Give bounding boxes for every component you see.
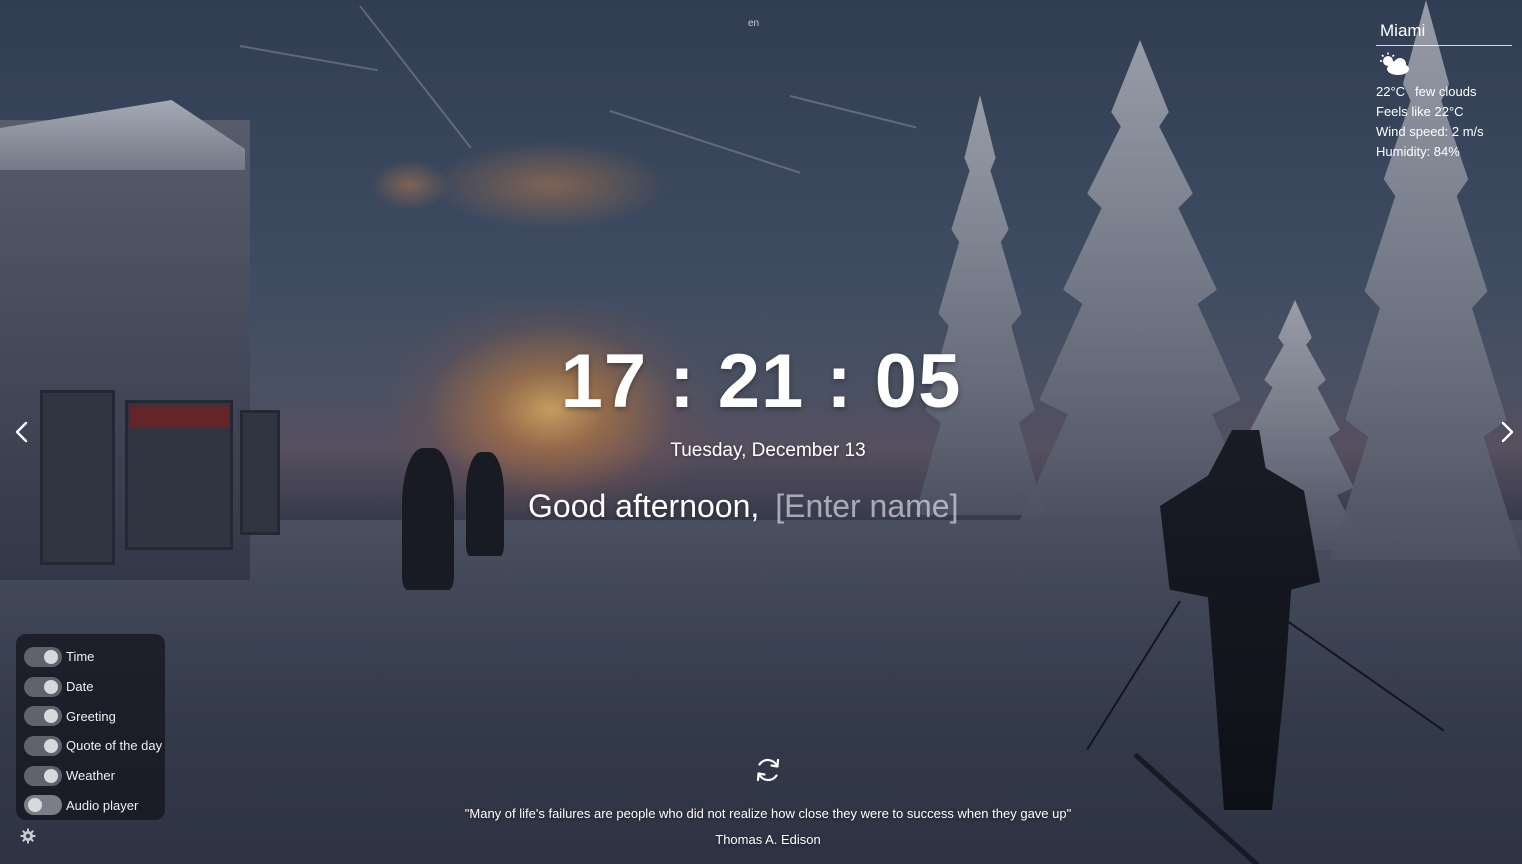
toggle-label: Audio player: [66, 797, 139, 813]
settings-panel: Time Date Greeting Quote of the day Weat…: [16, 634, 165, 820]
toggle-knob: [28, 798, 42, 813]
toggle-label: Quote of the day: [66, 738, 163, 754]
toggle-switch[interactable]: [24, 795, 62, 816]
weather-humidity: Humidity: 84%: [1376, 144, 1460, 159]
toggle-label: Time: [66, 649, 95, 665]
date-text: Tuesday, December 13: [670, 440, 866, 461]
toggle-label: Greeting: [66, 708, 116, 724]
greeting-text: Good afternoon,: [528, 487, 760, 524]
toggle-label: Weather: [66, 768, 115, 784]
gear-icon[interactable]: [20, 828, 36, 844]
language-label[interactable]: en: [748, 18, 759, 29]
toggle-row-greeting[interactable]: Greeting: [24, 701, 165, 731]
toggle-switch[interactable]: [24, 706, 62, 727]
toggle-knob: [44, 679, 58, 694]
weather-summary: 22°C few clouds: [1376, 82, 1512, 102]
toggle-row-quote[interactable]: Quote of the day: [24, 731, 165, 761]
toggle-switch[interactable]: [24, 676, 62, 697]
refresh-icon[interactable]: [753, 755, 783, 785]
toggle-row-audio-player[interactable]: Audio player: [24, 790, 165, 820]
few-clouds-icon: [1380, 52, 1409, 75]
name-input[interactable]: [775, 487, 976, 525]
toggle-label: Date: [66, 679, 94, 695]
quote-text: "Many of life's failures are people who …: [464, 806, 1072, 821]
weather-feels-like: Feels like 22°C: [1376, 104, 1464, 119]
weather-wind-speed: Wind speed: 2 m/s: [1376, 124, 1484, 139]
weather-widget: Miami 22°C few clouds Feels like 22°C Win…: [1376, 18, 1512, 162]
toggle-row-weather[interactable]: Weather: [24, 761, 165, 791]
clock-time: 17 : 21 : 05: [560, 339, 962, 424]
toggle-knob: [44, 649, 58, 664]
quote-author: Thomas A. Edison: [715, 832, 821, 847]
toggle-switch[interactable]: [24, 765, 62, 786]
toggle-row-time[interactable]: Time: [24, 642, 165, 672]
background-image: [0, 0, 1522, 864]
toggle-knob: [44, 738, 58, 753]
toggle-switch[interactable]: [24, 646, 62, 667]
toggle-row-date[interactable]: Date: [24, 672, 165, 702]
toggle-knob: [44, 709, 58, 724]
greeting: Good afternoon,: [528, 486, 976, 526]
background-dim-overlay: [0, 0, 1522, 864]
toggle-knob: [44, 768, 58, 783]
weather-description: few clouds: [1415, 84, 1477, 99]
weather-city[interactable]: Miami: [1376, 18, 1512, 46]
toggle-switch[interactable]: [24, 735, 62, 756]
weather-temperature: 22°C: [1376, 84, 1406, 99]
